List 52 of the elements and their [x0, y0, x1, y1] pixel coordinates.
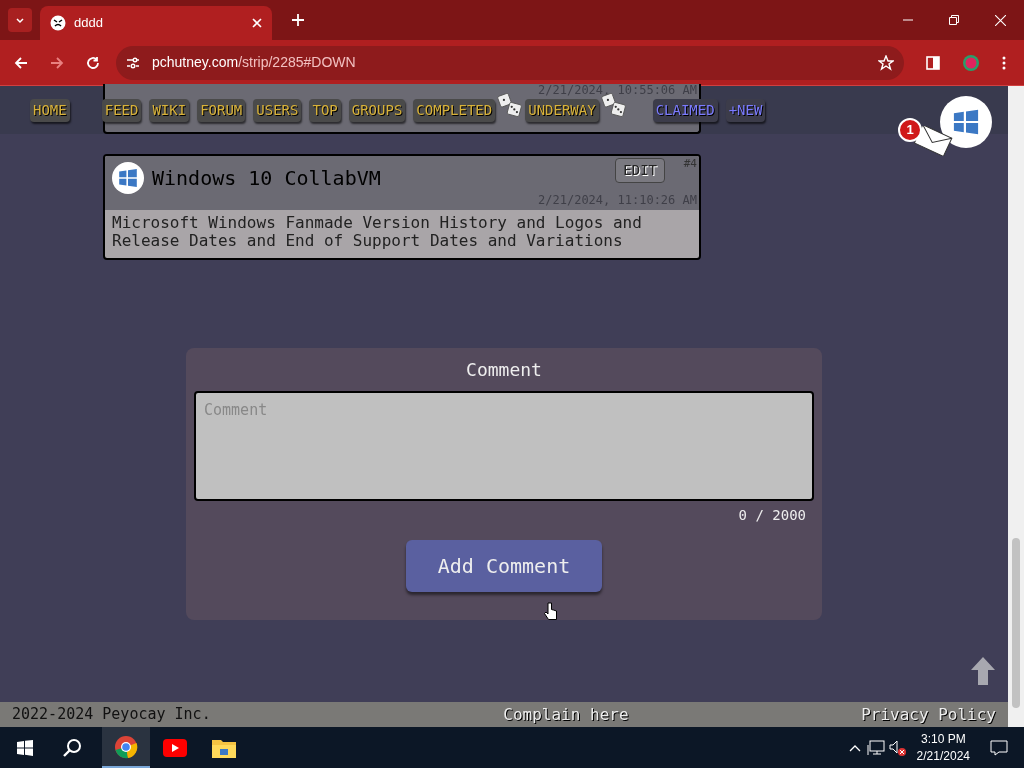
volume-muted-icon[interactable]	[888, 739, 907, 756]
windows-start-icon[interactable]	[17, 739, 33, 756]
complain-link[interactable]: Complain here	[503, 702, 629, 727]
nav-link[interactable]: HOME	[30, 98, 70, 122]
taskbar-button[interactable]	[102, 727, 150, 768]
site-settings-icon[interactable]	[126, 55, 140, 70]
clock-time: 3:10 PM	[920, 730, 966, 748]
restore-icon[interactable]	[949, 15, 959, 25]
search-icon[interactable]	[62, 737, 82, 758]
notification-icon[interactable]	[990, 739, 1008, 756]
scrollbar[interactable]	[1008, 86, 1024, 727]
character-counter: 0 / 2000	[738, 506, 806, 525]
nav-link[interactable]: COMPLETED	[413, 98, 496, 122]
privacy-policy-link[interactable]: Privacy Policy	[861, 702, 996, 727]
add-comment-button[interactable]: Add Comment	[406, 540, 602, 592]
network-icon[interactable]	[866, 739, 885, 756]
star-icon[interactable]	[878, 54, 894, 71]
nav-link[interactable]: FORUM	[197, 98, 246, 122]
tab-list-button[interactable]	[8, 8, 32, 32]
side-panel-icon[interactable]	[926, 55, 940, 70]
comment-heading: Comment	[466, 358, 542, 382]
edit-button[interactable]: EDIT	[615, 158, 665, 183]
url-text: pchutney.com/strip/2285#DOWN	[152, 53, 357, 72]
hand-cursor-icon	[544, 602, 558, 622]
clock-date: 2/21/2024	[916, 747, 970, 765]
nav-link[interactable]: WIKI	[149, 98, 190, 122]
caret-icon	[15, 15, 25, 25]
nav-link[interactable]: UNDERWAY	[525, 98, 599, 122]
back-icon[interactable]	[14, 55, 28, 70]
scroll-to-top-icon[interactable]	[970, 656, 996, 686]
tab-title: dddd	[74, 14, 104, 33]
post-title[interactable]: Windows 10 CollabVM	[152, 163, 381, 193]
close-icon[interactable]	[995, 15, 1006, 26]
post-number: #4	[683, 156, 697, 172]
close-icon[interactable]	[252, 18, 262, 28]
menu-icon[interactable]	[1002, 55, 1006, 70]
face-icon	[50, 15, 66, 31]
nav-link[interactable]: TOP	[309, 98, 341, 122]
video-play-icon[interactable]	[163, 738, 187, 757]
browser-tab[interactable]: dddd	[40, 6, 272, 40]
windows-logo-icon	[112, 162, 144, 194]
reload-icon[interactable]	[86, 55, 100, 70]
new-tab-icon[interactable]	[292, 14, 304, 26]
folder-icon[interactable]	[212, 737, 236, 758]
chrome-icon	[114, 734, 138, 759]
chevron-up-icon[interactable]	[848, 743, 861, 752]
address-bar[interactable]: pchutney.com/strip/2285#DOWN	[116, 45, 904, 80]
copyright-text: 2022-2024 Peyocay Inc.	[12, 704, 211, 726]
nav-link[interactable]: USERS	[253, 98, 302, 122]
comment-field[interactable]: Comment	[194, 391, 814, 501]
post-description: Microsoft Windows Fanmade Version History and Logos and Release Dates and End of Support Dates and Variations	[111, 212, 643, 252]
forward-icon[interactable]	[50, 55, 64, 70]
